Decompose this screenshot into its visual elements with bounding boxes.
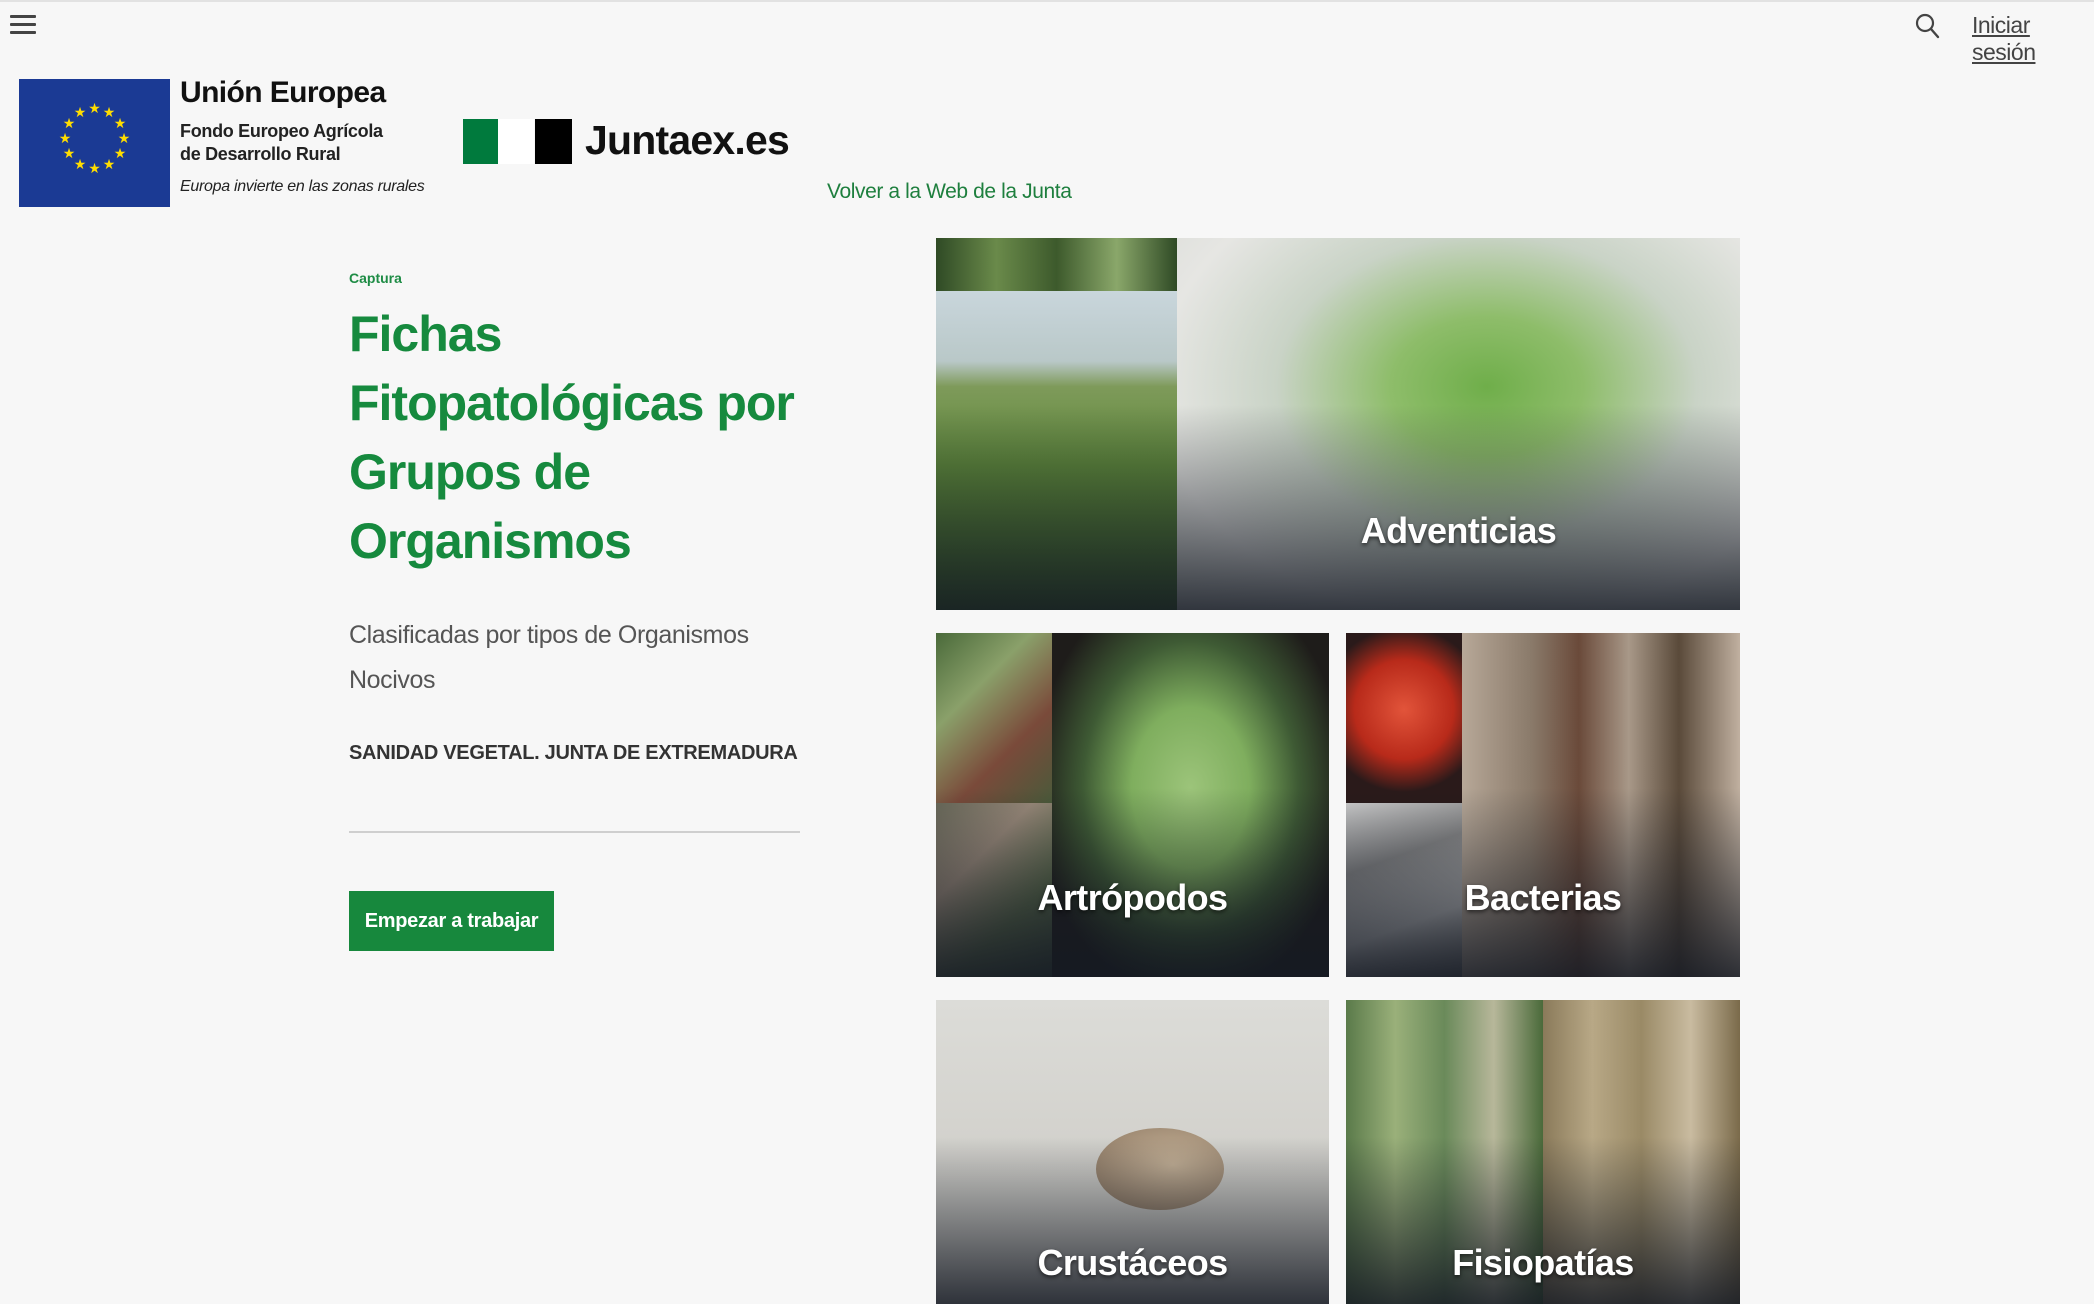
card-bacterias[interactable]: Bacterias	[1346, 633, 1740, 977]
search-icon[interactable]	[1914, 12, 1940, 40]
junta-logo-text[interactable]: Juntaex.es	[585, 117, 790, 164]
menu-icon[interactable]	[10, 10, 36, 40]
eu-flag-logo: ★ ★ ★ ★ ★ ★ ★ ★ ★ ★ ★ ★	[19, 79, 170, 207]
svg-text:★: ★	[88, 161, 101, 177]
start-button[interactable]: Empezar a trabajar	[349, 891, 554, 951]
svg-text:★: ★	[59, 131, 72, 147]
card-artropodos[interactable]: Artrópodos	[936, 633, 1329, 977]
svg-text:★: ★	[88, 101, 101, 117]
organization-name: SANIDAD VEGETAL. JUNTA DE EXTREMADURA	[349, 742, 798, 764]
svg-text:★: ★	[114, 116, 127, 132]
card-image-leaves-top	[936, 633, 1052, 803]
back-to-junta-link[interactable]: Volver a la Web de la Junta	[827, 180, 1072, 204]
svg-text:★: ★	[63, 146, 76, 162]
eu-fund-name: Fondo Europeo Agrícola de Desarrollo Rur…	[180, 120, 424, 166]
junta-flag-white	[498, 119, 534, 164]
page-subtitle: Clasificadas por tipos de Organismos Noc…	[349, 621, 749, 694]
login-link[interactable]: Iniciar sesión	[1972, 12, 2094, 66]
eu-fund-line2: de Desarrollo Rural	[180, 144, 341, 164]
card-shade	[936, 405, 1740, 610]
card-image-tomato	[1346, 633, 1462, 803]
card-label: Artrópodos	[1037, 877, 1229, 918]
svg-text:★: ★	[74, 105, 87, 121]
eu-fund-line1: Fondo Europeo Agrícola	[180, 121, 383, 141]
card-label: Crustáceos	[1037, 1242, 1228, 1283]
eu-title: Unión Europea	[180, 76, 386, 109]
card-label: Fisiopatías	[1452, 1242, 1634, 1283]
top-border	[0, 0, 2094, 2]
divider	[349, 831, 800, 833]
svg-text:★: ★	[74, 157, 87, 173]
svg-text:★: ★	[103, 157, 116, 173]
junta-flag-green	[463, 119, 498, 164]
card-fisiopatias[interactable]: Fisiopatías	[1346, 1000, 1740, 1304]
card-adventicias[interactable]: Adventicias	[936, 238, 1740, 610]
card-crustaceos[interactable]: Crustáceos	[936, 1000, 1329, 1304]
svg-text:★: ★	[118, 131, 131, 147]
card-label: Adventicias	[1360, 510, 1557, 551]
card-label: Bacterias	[1464, 877, 1622, 918]
card-image-grass-top	[936, 238, 1177, 291]
junta-flag-black	[535, 119, 572, 164]
breadcrumb-eyebrow: Captura	[349, 270, 402, 286]
eu-logo-text: Unión Europea Fondo Europeo Agrícola de …	[180, 76, 425, 196]
page-title: Fichas Fitopatológicas por Grupos de Org…	[349, 306, 795, 569]
svg-text:★: ★	[114, 146, 127, 162]
eu-motto: Europa invierte en las zonas rurales	[180, 178, 425, 195]
